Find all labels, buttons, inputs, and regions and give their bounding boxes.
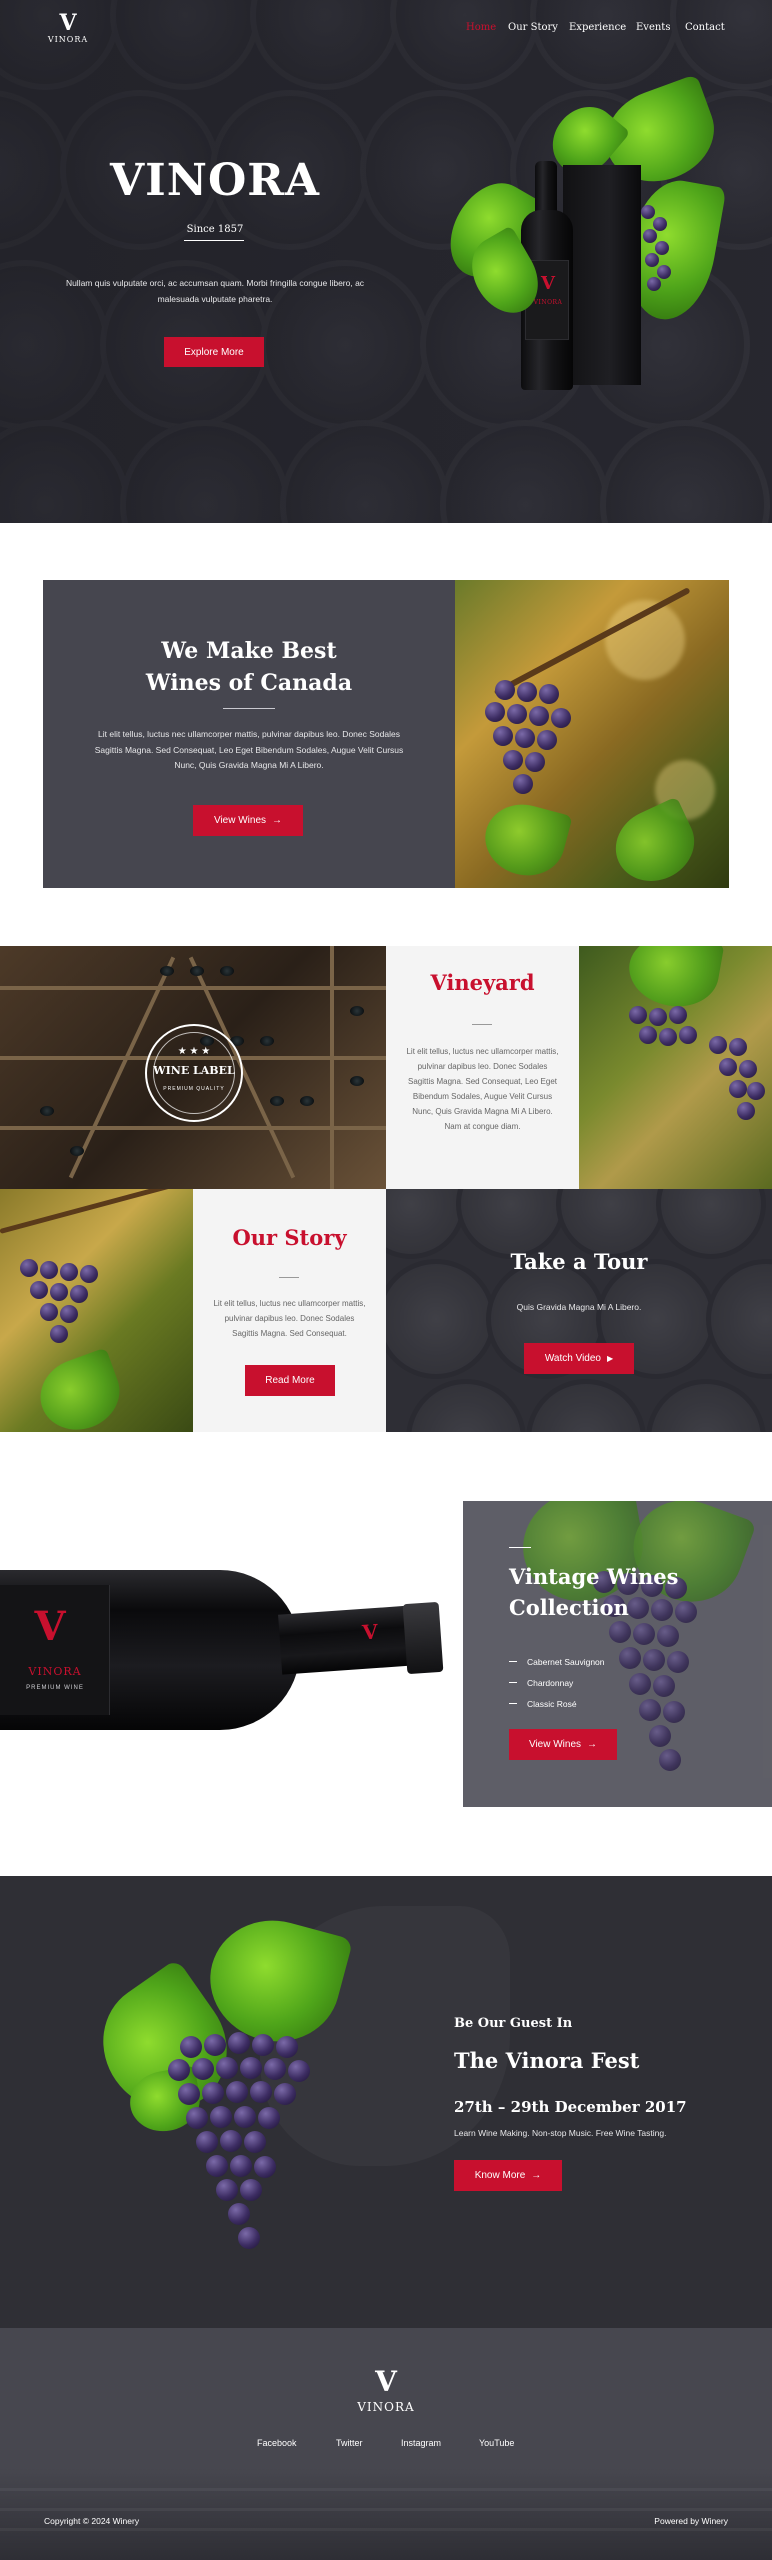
intro-text: Lit elit tellus, luctus nec ullamcorper …: [94, 729, 404, 770]
footer-logo[interactable]: V VINORA: [346, 2365, 426, 2415]
explore-more-label: Explore More: [184, 346, 244, 358]
wine-label-title: WINE LABEL: [153, 1064, 235, 1077]
footer-link-twitter[interactable]: Twitter: [336, 2438, 363, 2448]
vineyard-divider: [472, 1024, 492, 1025]
hero-text: Nullam quis vulputate orci, ac accumsan …: [65, 278, 365, 304]
hero-title: VINORA: [110, 155, 320, 206]
footer-powered: Powered by Winery: [654, 2516, 728, 2526]
tour-text: Quis Gravida Magna Mi A Libero.: [516, 1302, 642, 1312]
wine-label-sub: PREMIUM QUALITY: [163, 1086, 225, 1092]
collection-list: Cabernet Sauvignon Chardonnay Classic Ro…: [509, 1651, 605, 1714]
collection-view-wines-label: View Wines: [528, 1739, 582, 1750]
collection-item: Classic Rosé: [509, 1693, 605, 1714]
footer-link-instagram[interactable]: Instagram: [401, 2438, 441, 2448]
footer-logo-mark: V: [375, 2365, 397, 2398]
collection-bottle-image: V VINORA PREMIUM WINE V: [0, 1565, 444, 1730]
nav-home[interactable]: Home: [466, 22, 496, 33]
vineyard-text: Lit elit tellus, luctus nec ullamcorper …: [406, 1047, 559, 1131]
vineyard-grapes-photo: [579, 946, 772, 1189]
footer-link-facebook[interactable]: Facebook: [257, 2438, 297, 2448]
collection-bottle-label-mark: V: [34, 1603, 66, 1650]
view-wines-label: View Wines: [213, 815, 267, 826]
play-icon: ▶: [607, 1354, 614, 1363]
footer-link-youtube[interactable]: YouTube: [479, 2438, 514, 2448]
collection-item: Cabernet Sauvignon: [509, 1651, 605, 1672]
nav-events[interactable]: Events: [636, 22, 670, 33]
know-more-label: Know More: [474, 2170, 526, 2181]
collection-title-line1: Vintage Wines: [509, 1564, 679, 1589]
intro-section: We Make Best Wines of Canada Lit elit te…: [43, 580, 729, 888]
footer-logo-wordmark: VINORA: [357, 2400, 415, 2414]
logo-wordmark: VINORA: [47, 35, 89, 44]
collection-item: Chardonnay: [509, 1672, 605, 1693]
collection-bottle-label: V VINORA PREMIUM WINE: [0, 1585, 110, 1715]
intro-title-line1: We Make Best: [161, 638, 337, 664]
arrow-right-icon: →: [531, 2170, 542, 2181]
intro-vine-photo: [455, 580, 729, 888]
intro-title-line2: Wines of Canada: [145, 670, 353, 696]
intro-title: We Make Best Wines of Canada: [43, 635, 455, 699]
watch-video-label: Watch Video: [544, 1353, 601, 1364]
site-logo[interactable]: V VINORA: [44, 12, 92, 44]
event-grape-image: [78, 1906, 380, 2281]
story-grapes-photo: [0, 1189, 193, 1432]
intro-panel: We Make Best Wines of Canada Lit elit te…: [43, 580, 455, 888]
collection-divider: [509, 1547, 531, 1548]
our-story-title: Our Story: [232, 1225, 347, 1250]
hero-product-image: V VINORA: [434, 73, 728, 415]
arrow-right-icon: →: [272, 815, 283, 826]
event-section: Be Our Guest In The Vinora Fest 27th – 2…: [0, 1876, 772, 2328]
nav-experience[interactable]: Experience: [569, 22, 626, 33]
event-kicker: Be Our Guest In: [454, 2016, 573, 2031]
tour-panel: Take a Tour Quis Gravida Magna Mi A Libe…: [386, 1189, 772, 1432]
intro-divider: [223, 708, 275, 709]
hero-divider: [184, 240, 244, 241]
nav-contact[interactable]: Contact: [685, 22, 725, 33]
collection-bottle-label-word: VINORA: [28, 1665, 82, 1678]
event-text: Learn Wine Making. Non-stop Music. Free …: [454, 2128, 667, 2138]
tour-title: Take a Tour: [510, 1249, 648, 1274]
star-icon: ★ ★ ★: [177, 1046, 211, 1057]
arrow-right-icon: →: [587, 1739, 598, 1750]
vineyard-grape-cluster: [619, 986, 769, 1146]
footer-copyright: Copyright © 2024 Winery: [44, 2516, 140, 2526]
nav-our-story[interactable]: Our Story: [508, 22, 558, 33]
read-more-button[interactable]: Read More: [245, 1365, 335, 1396]
vineyard-panel: Vineyard Lit elit tellus, luctus nec ull…: [386, 946, 579, 1189]
view-wines-button[interactable]: View Wines →: [193, 805, 303, 836]
our-story-panel: Our Story Lit elit tellus, luctus nec ul…: [193, 1189, 386, 1432]
hero-subtitle: Since 1857: [186, 224, 244, 235]
wine-label-badge: ★ ★ ★ WINE LABEL PREMIUM QUALITY: [145, 1024, 243, 1122]
hero-section: V VINORA Home Our Story Experience Event…: [0, 0, 772, 523]
collection-neck-label-mark: V: [361, 1619, 379, 1645]
event-title: The Vinora Fest: [454, 2048, 640, 2073]
collection-view-wines-button[interactable]: View Wines →: [509, 1729, 617, 1760]
logo-mark: V: [59, 10, 77, 36]
collection-title: Vintage Wines Collection: [509, 1561, 749, 1623]
collection-title-line2: Collection: [509, 1595, 629, 1620]
explore-more-button[interactable]: Explore More: [164, 337, 264, 367]
know-more-button[interactable]: Know More →: [454, 2160, 562, 2191]
watch-video-button[interactable]: Watch Video ▶: [524, 1343, 634, 1374]
intro-grape-cluster: [465, 640, 575, 830]
our-story-divider: [279, 1277, 299, 1278]
site-footer: V VINORA Copyright © 2024 Winery Powered…: [0, 2328, 772, 2560]
read-more-label: Read More: [265, 1375, 315, 1386]
vineyard-title: Vineyard: [430, 970, 535, 995]
event-date: 27th – 29th December 2017: [454, 2098, 687, 2116]
collection-panel: Vintage Wines Collection Cabernet Sauvig…: [463, 1501, 772, 1807]
cellar-photo: ★ ★ ★ WINE LABEL PREMIUM QUALITY: [0, 946, 386, 1189]
our-story-text: Lit elit tellus, luctus nec ullamcorper …: [213, 1299, 366, 1338]
collection-bottle-label-sub: PREMIUM WINE: [26, 1685, 84, 1691]
